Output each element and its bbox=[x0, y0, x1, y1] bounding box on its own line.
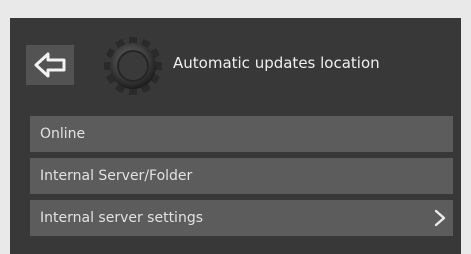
bottom-strip bbox=[10, 242, 461, 254]
menu-item-label: Internal server settings bbox=[40, 210, 204, 226]
header: Automatic updates location bbox=[10, 18, 461, 114]
page-title: Automatic updates location bbox=[173, 54, 380, 72]
back-button[interactable] bbox=[26, 45, 74, 85]
menu-item-online[interactable]: Online bbox=[30, 116, 453, 152]
menu-item-internal-server-settings[interactable]: Internal server settings bbox=[30, 200, 453, 236]
menu-item-internal-server-folder[interactable]: Internal Server/Folder bbox=[30, 158, 453, 194]
chevron-right-icon bbox=[434, 209, 446, 227]
menu-item-label: Internal Server/Folder bbox=[40, 168, 193, 184]
settings-screen: Automatic updates location Online Intern… bbox=[10, 18, 461, 254]
back-arrow-icon bbox=[34, 52, 66, 78]
menu-item-label: Online bbox=[40, 126, 86, 142]
gear-icon bbox=[104, 37, 162, 95]
